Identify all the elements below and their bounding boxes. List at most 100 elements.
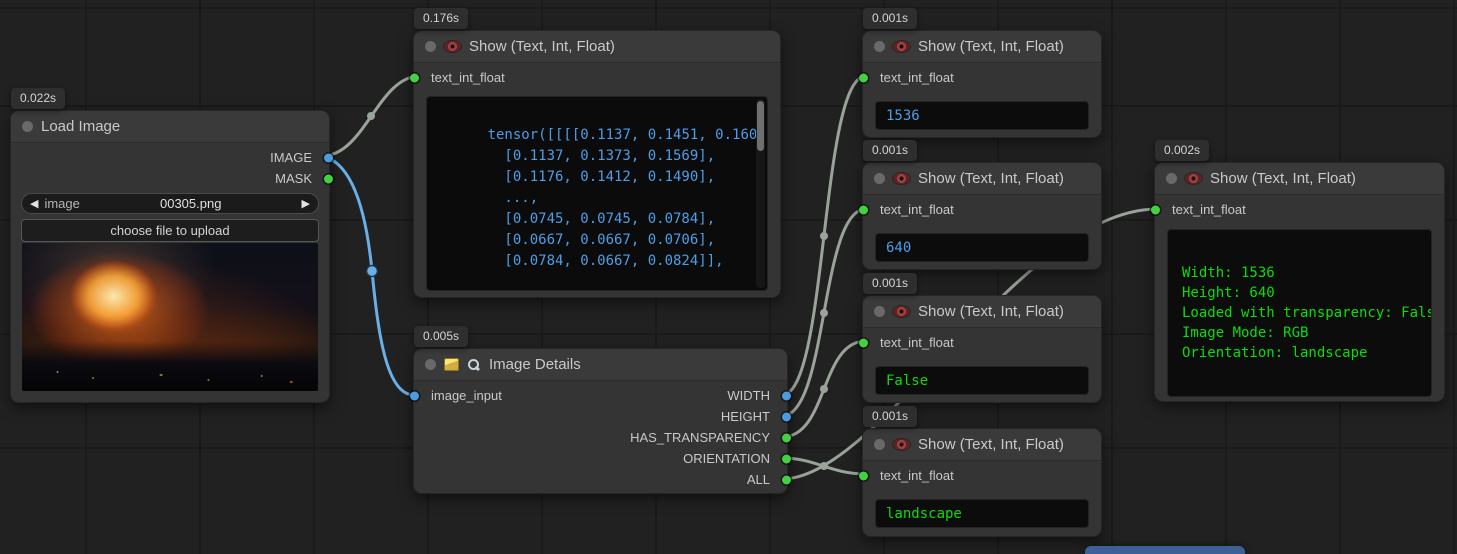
link-midpoint-dot	[367, 112, 375, 120]
input-dot[interactable]	[1151, 205, 1160, 214]
link-midpoint-dot	[820, 232, 828, 240]
input-dot[interactable]	[859, 471, 868, 480]
eye-icon	[893, 41, 910, 52]
input-slot-text-int-float[interactable]: text_int_float	[863, 465, 954, 486]
node-title: Load Image	[41, 118, 120, 135]
output-slot-image[interactable]: IMAGE	[270, 147, 329, 168]
output-slot-width[interactable]: WIDTH	[727, 385, 787, 406]
input-dot[interactable]	[410, 73, 419, 82]
input-label: text_int_float	[880, 335, 954, 350]
collapse-dot-icon[interactable]	[874, 439, 885, 450]
image-preview	[22, 243, 318, 391]
value-box[interactable]: landscape	[875, 499, 1089, 528]
value-box[interactable]: 640	[875, 233, 1089, 262]
timing-badge: 0.001s	[863, 140, 917, 161]
node-show-all-details[interactable]: 0.002s Show (Text, Int, Float) text_int_…	[1154, 162, 1445, 402]
scrollbar[interactable]	[756, 99, 765, 288]
image-combo-widget[interactable]: ◀ image 00305.png ▶	[21, 193, 319, 214]
node-show-transparency[interactable]: 0.001s Show (Text, Int, Float) text_int_…	[862, 295, 1102, 403]
timing-badge: 0.176s	[414, 8, 468, 29]
input-slot-text-int-float[interactable]: text_int_float	[863, 199, 954, 220]
collapse-dot-icon[interactable]	[425, 41, 436, 52]
image-icon	[444, 358, 459, 371]
output-label: WIDTH	[727, 388, 770, 403]
input-dot[interactable]	[859, 205, 868, 214]
reroute-dot[interactable]	[367, 266, 378, 277]
combo-label: image	[44, 196, 79, 211]
input-slot-text-int-float[interactable]: text_int_float	[414, 67, 505, 88]
scrollbar-thumb[interactable]	[757, 101, 764, 151]
output-dot-height[interactable]	[782, 412, 791, 421]
output-slot-all[interactable]: ALL	[747, 469, 787, 490]
link-midpoint-dot	[820, 462, 828, 470]
node-title-bar[interactable]: Show (Text, Int, Float)	[414, 31, 780, 63]
node-image-details[interactable]: 0.005s Image Details image_input WIDTH H…	[413, 348, 788, 494]
node-show-width[interactable]: 0.001s Show (Text, Int, Float) text_int_…	[862, 30, 1102, 138]
node-title-bar[interactable]: Show (Text, Int, Float)	[1155, 163, 1444, 195]
value-box[interactable]: False	[875, 366, 1089, 395]
node-title: Show (Text, Int, Float)	[469, 38, 615, 55]
tensor-text-area[interactable]: tensor([[[[0.1137, 0.1451, 0.1608], [0.1…	[426, 96, 768, 291]
value-text: 640	[886, 240, 911, 256]
collapse-dot-icon[interactable]	[425, 359, 436, 370]
input-dot[interactable]	[410, 391, 419, 400]
node-title-bar[interactable]: Load Image	[11, 111, 329, 143]
output-dot-orientation[interactable]	[782, 454, 791, 463]
input-slot-text-int-float[interactable]: text_int_float	[1155, 199, 1246, 220]
output-label: HAS_TRANSPARENCY	[630, 430, 770, 445]
node-title-bar[interactable]: Show (Text, Int, Float)	[863, 429, 1101, 461]
input-label: text_int_float	[431, 70, 505, 85]
output-dot-all[interactable]	[782, 475, 791, 484]
prev-image-arrow-icon[interactable]: ◀	[30, 197, 38, 210]
choose-file-button[interactable]: choose file to upload	[21, 219, 319, 242]
link-midpoint-dot	[820, 309, 828, 317]
node-title: Show (Text, Int, Float)	[1210, 170, 1356, 187]
next-image-arrow-icon[interactable]: ▶	[302, 197, 310, 210]
node-title: Show (Text, Int, Float)	[918, 38, 1064, 55]
input-label: image_input	[431, 388, 502, 403]
eye-icon	[893, 439, 910, 450]
input-dot[interactable]	[859, 338, 868, 347]
timing-badge: 0.001s	[863, 406, 917, 427]
node-show-height[interactable]: 0.001s Show (Text, Int, Float) text_int_…	[862, 162, 1102, 270]
timing-badge: 0.001s	[863, 273, 917, 294]
details-text-area[interactable]: Width: 1536 Height: 640 Loaded with tran…	[1167, 229, 1432, 397]
value-box[interactable]: 1536	[875, 101, 1089, 130]
value-text: 1536	[886, 108, 920, 124]
node-graph-canvas[interactable]: 0.022s Load Image IMAGE MASK ◀ image 003…	[0, 0, 1457, 554]
collapse-dot-icon[interactable]	[22, 121, 33, 132]
input-dot[interactable]	[859, 73, 868, 82]
collapse-dot-icon[interactable]	[1166, 173, 1177, 184]
output-dot-has-transparency[interactable]	[782, 433, 791, 442]
node-show-tensor[interactable]: 0.176s Show (Text, Int, Float) text_int_…	[413, 30, 781, 298]
output-slot-mask[interactable]: MASK	[275, 168, 329, 189]
input-slot-image-input[interactable]: image_input	[414, 385, 502, 406]
output-dot-mask[interactable]	[324, 174, 333, 183]
eye-icon	[893, 173, 910, 184]
timing-badge: 0.001s	[863, 8, 917, 29]
output-dot-width[interactable]	[782, 391, 791, 400]
output-slot-orientation[interactable]: ORIENTATION	[683, 448, 787, 469]
input-slot-text-int-float[interactable]: text_int_float	[863, 332, 954, 353]
output-slot-has-transparency[interactable]: HAS_TRANSPARENCY	[630, 427, 787, 448]
partial-node-bottom[interactable]	[1085, 546, 1245, 554]
output-slot-height[interactable]: HEIGHT	[721, 406, 787, 427]
node-load-image[interactable]: 0.022s Load Image IMAGE MASK ◀ image 003…	[10, 110, 330, 403]
input-slot-text-int-float[interactable]: text_int_float	[863, 67, 954, 88]
node-title-bar[interactable]: Show (Text, Int, Float)	[863, 296, 1101, 328]
node-title-bar[interactable]: Show (Text, Int, Float)	[863, 163, 1101, 195]
output-dot-image[interactable]	[324, 153, 333, 162]
node-title-bar[interactable]: Image Details	[414, 349, 787, 381]
collapse-dot-icon[interactable]	[874, 41, 885, 52]
timing-badge: 0.002s	[1155, 140, 1209, 161]
combo-value: 00305.png	[80, 196, 302, 211]
node-title-bar[interactable]: Show (Text, Int, Float)	[863, 31, 1101, 63]
input-label: text_int_float	[880, 468, 954, 483]
value-text: landscape	[886, 506, 962, 522]
eye-icon	[444, 41, 461, 52]
node-show-orientation[interactable]: 0.001s Show (Text, Int, Float) text_int_…	[862, 428, 1102, 537]
collapse-dot-icon[interactable]	[874, 173, 885, 184]
node-title: Show (Text, Int, Float)	[918, 170, 1064, 187]
collapse-dot-icon[interactable]	[874, 306, 885, 317]
input-label: text_int_float	[880, 202, 954, 217]
